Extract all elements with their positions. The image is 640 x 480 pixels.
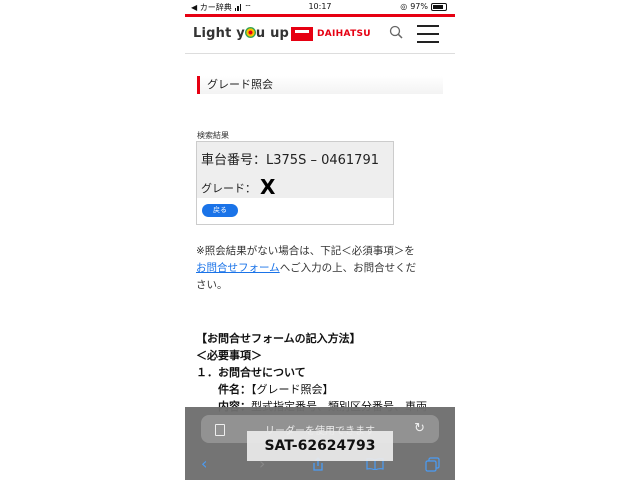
page-title: グレード照会 <box>197 76 443 94</box>
chassis-value: L375S – 0461791 <box>266 153 379 168</box>
tabs-icon[interactable] <box>425 457 440 472</box>
result-details: 車台番号：L375S – 0461791 グレード： X <box>197 142 393 199</box>
subject-row: 件名：【グレード照会】 <box>196 381 446 398</box>
logo-o-icon <box>244 27 256 38</box>
watermark-label: SAT-62624793 <box>247 431 393 461</box>
logo-text-1: Light y <box>193 26 245 41</box>
phone-screen: ◀ カー辞典 ⌔ 10:17 ◎ 97% Light y u up DAIHATS… <box>185 0 455 480</box>
logo-text-2: u up <box>255 26 290 41</box>
inquiry-instructions: 【お問合せフォームの記入方法】 ＜必要事項＞ １．お問合せについて 件名：【グレ… <box>196 330 446 415</box>
status-right: ◎ 97% <box>400 2 447 11</box>
daihatsu-wordmark: DAIHATSU <box>317 29 371 39</box>
notice-line-1: ※照会結果がない場合は、下記＜必須事項＞を <box>196 245 415 257</box>
notice-text: ※照会結果がない場合は、下記＜必須事項＞を お問合せフォームへご入力の上、お問合… <box>196 243 444 294</box>
subject-label: 件名： <box>218 383 251 396</box>
grade-value: X <box>260 175 276 199</box>
menu-icon[interactable] <box>417 25 439 43</box>
grade-row: グレード： X <box>201 175 275 199</box>
result-box: 車台番号：L375S – 0461791 グレード： X 戻る <box>196 141 394 225</box>
notice-line-3: さい。 <box>196 279 228 291</box>
required-heading: ＜必要事項＞ <box>196 349 262 362</box>
status-bar: ◀ カー辞典 ⌔ 10:17 ◎ 97% <box>185 0 455 14</box>
chassis-label: 車台番号： <box>201 153 267 168</box>
battery-icon <box>431 2 447 11</box>
search-icon[interactable] <box>389 25 403 39</box>
back-icon[interactable]: ‹ <box>201 454 207 473</box>
daihatsu-logo[interactable]: DAIHATSU <box>291 27 371 41</box>
inquiry-heading: 【お問合せフォームの記入方法】 <box>196 332 361 345</box>
result-label: 検索結果 <box>197 131 229 140</box>
subject-value: 【グレード照会】 <box>251 383 334 396</box>
grade-label: グレード： <box>201 182 256 195</box>
inquiry-form-link[interactable]: お問合せフォーム <box>196 262 280 274</box>
site-header: Light y u up DAIHATSU <box>185 17 455 54</box>
rotation-lock-icon: ◎ <box>400 2 408 11</box>
daihatsu-mark-icon <box>291 27 313 41</box>
light-you-up-logo[interactable]: Light y u up <box>193 26 289 41</box>
chassis-number-row: 車台番号：L375S – 0461791 <box>201 149 379 168</box>
battery-percent: 97% <box>410 2 428 11</box>
reload-icon[interactable]: ↻ <box>414 421 425 436</box>
back-button[interactable]: 戻る <box>202 204 238 217</box>
notice-line-2: へご入力の上、お問合せくだ <box>279 262 417 274</box>
browser-bottom-bar: リーダーを使用できます ↻ ‹ › SAT-62624793 <box>185 407 455 480</box>
inquiry-item-1: １．お問合せについて <box>196 366 306 379</box>
